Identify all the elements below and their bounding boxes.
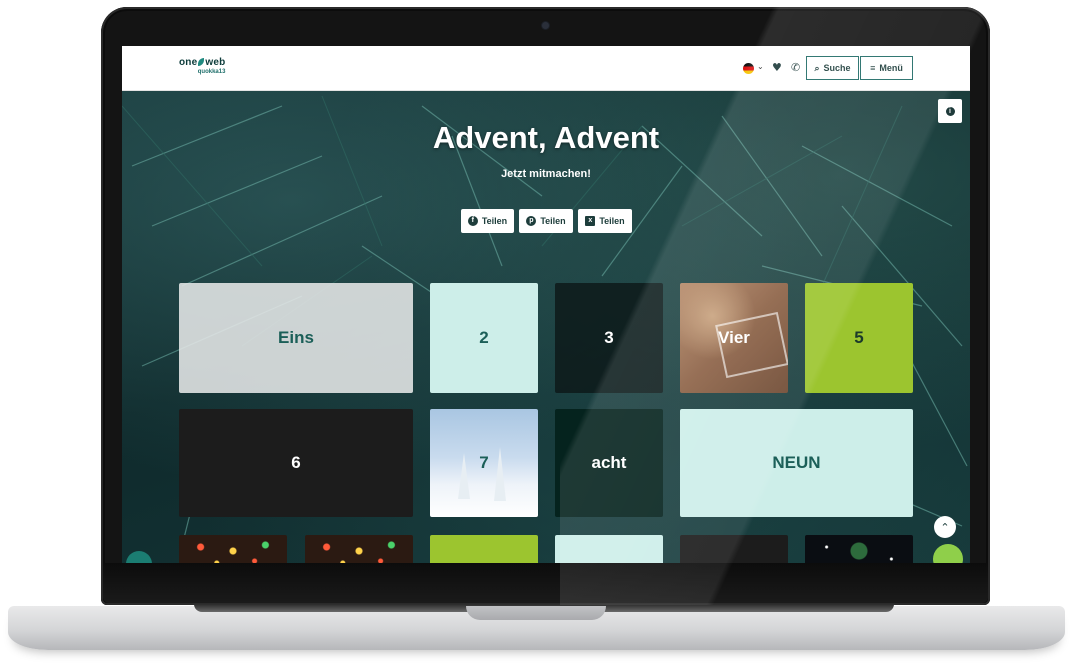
site-header: one web quokka13 ⌄ ♥ ✆ ⌕ Suche ≡ Menü [122,46,970,91]
info-icon: i [945,106,955,116]
laptop-bezel-bottom [103,563,988,603]
snow-tree-left [458,453,470,499]
advent-door-1[interactable]: Eins [179,283,413,393]
german-flag-icon[interactable] [743,63,754,74]
advent-door-10[interactable] [179,535,287,563]
scroll-to-top-button[interactable]: ⌃ [934,516,956,538]
leaf-icon [198,58,205,66]
snow-tree-right [494,447,506,501]
site-logo[interactable]: one web quokka13 [179,58,225,80]
share-x-button[interactable]: x Teilen [578,209,632,233]
search-button[interactable]: ⌕ Suche [806,56,859,80]
search-icon: ⌕ [814,62,820,73]
share-facebook-button[interactable]: f Teilen [461,209,514,233]
facebook-icon: f [467,216,478,226]
advent-door-3[interactable]: 3 [555,283,663,393]
pinterest-icon: p [526,216,537,226]
laptop-notch [466,606,606,620]
advent-door-7[interactable]: 7 [430,409,538,517]
advent-door-12[interactable] [430,535,538,563]
advent-door-13[interactable] [555,535,663,563]
chevron-down-icon[interactable]: ⌄ [757,62,764,71]
page-title: Advent, Advent [432,120,660,155]
advent-door-5[interactable]: 5 [805,283,913,393]
chevron-up-icon: ⌃ [940,520,950,534]
advent-door-11[interactable] [305,535,413,563]
heart-icon[interactable]: ♥ [772,61,782,74]
advent-door-9[interactable]: NEUN [680,409,913,517]
x-icon: x [585,216,596,226]
advent-door-6[interactable]: 6 [179,409,413,517]
phone-icon[interactable]: ✆ [791,61,800,74]
advent-door-4[interactable]: Vier [680,283,788,393]
menu-button[interactable]: ≡ Menü [860,56,913,80]
page-subtitle: Jetzt mitmachen! [501,168,591,180]
hamburger-icon: ≡ [870,63,876,73]
webcam [542,22,549,29]
advent-door-15[interactable] [805,535,913,563]
browser-screen: one web quokka13 ⌄ ♥ ✆ ⌕ Suche ≡ Menü i A… [122,46,970,563]
advent-door-8[interactable]: acht [555,409,663,517]
share-pinterest-button[interactable]: p Teilen [519,209,573,233]
advent-door-14[interactable] [680,535,788,563]
advent-door-2[interactable]: 2 [430,283,538,393]
